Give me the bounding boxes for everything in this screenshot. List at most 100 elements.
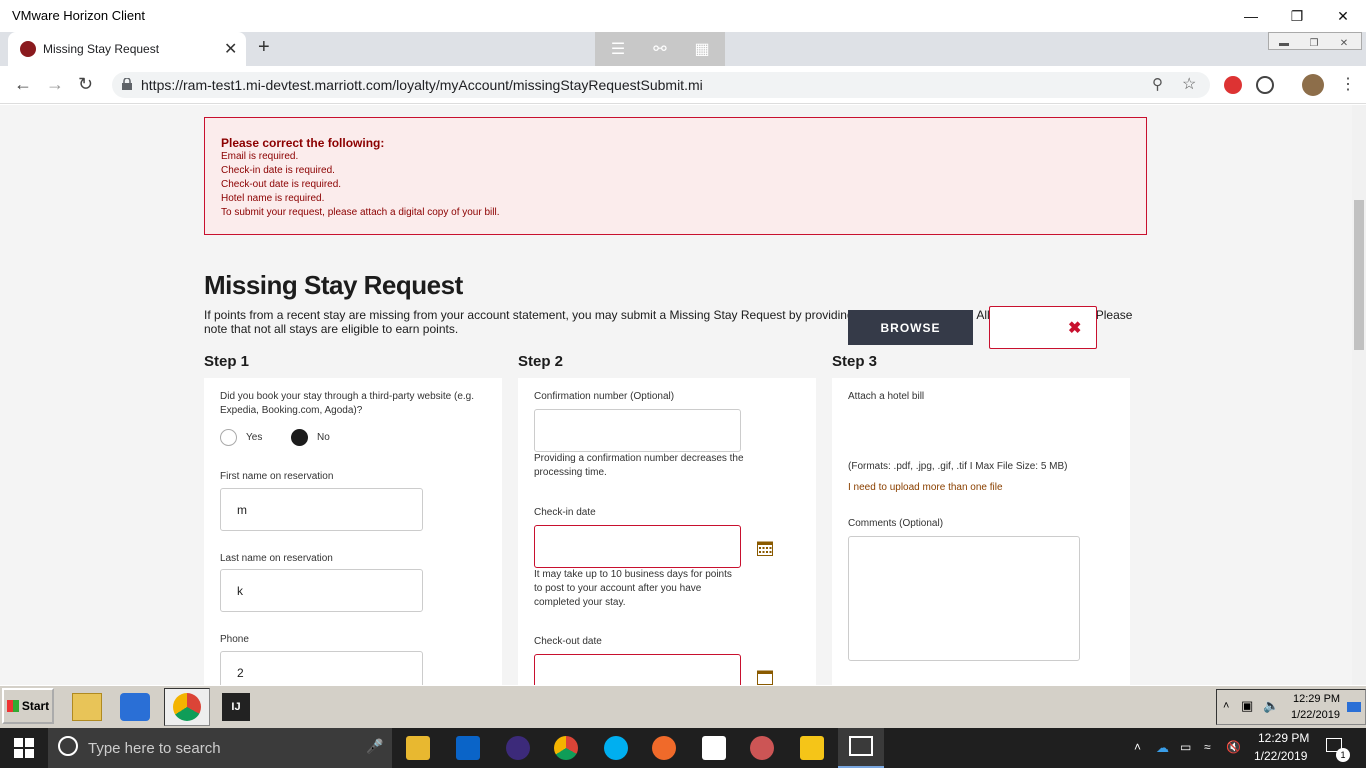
first-name-value: m bbox=[237, 503, 247, 517]
lock-app-icon[interactable] bbox=[800, 736, 824, 760]
last-name-value: k bbox=[237, 584, 243, 598]
upload-more-link[interactable]: I need to upload more than one file bbox=[848, 481, 1003, 495]
outlook-icon[interactable] bbox=[456, 736, 480, 760]
url-text: https://ram-test1.mi-devtest.marriott.co… bbox=[141, 77, 703, 93]
file-explorer-icon[interactable] bbox=[72, 693, 102, 721]
step3-card: Attach a hotel bill (Formats: .pdf, .jpg… bbox=[832, 378, 1130, 685]
step3-heading: Step 3 bbox=[832, 353, 878, 370]
search-placeholder: Type here to search bbox=[88, 740, 221, 757]
vmware-horizon-app-active[interactable] bbox=[838, 728, 884, 768]
step2-heading: Step 2 bbox=[518, 353, 564, 370]
checkin-input[interactable] bbox=[534, 525, 741, 568]
tray-overflow-icon[interactable]: ˄ bbox=[1134, 740, 1141, 754]
disconnect-icon[interactable]: ⚯ bbox=[645, 38, 675, 60]
confirmation-label: Confirmation number (Optional) bbox=[534, 391, 675, 402]
more-menu-icon[interactable]: ⋮ bbox=[1340, 74, 1356, 94]
show-desktop-icon[interactable] bbox=[1347, 702, 1361, 712]
tab-title: Missing Stay Request bbox=[43, 42, 160, 56]
comments-textarea[interactable] bbox=[848, 536, 1080, 661]
chrome-app-icon[interactable] bbox=[554, 736, 578, 760]
cortana-icon bbox=[58, 736, 78, 756]
chrome-taskbar-active[interactable] bbox=[164, 688, 210, 726]
tray-expand-icon[interactable]: ˄ bbox=[1223, 700, 1229, 712]
skype-icon[interactable] bbox=[604, 736, 628, 760]
error-item: Email is required. bbox=[221, 151, 299, 162]
first-name-input[interactable]: m bbox=[220, 488, 423, 531]
scrollbar-thumb[interactable] bbox=[1354, 200, 1364, 350]
microphone-icon[interactable]: 🎤 bbox=[366, 738, 383, 755]
inner-restore-icon[interactable]: ❐ bbox=[1299, 38, 1329, 49]
checkin-calendar-icon[interactable] bbox=[757, 540, 773, 556]
browser-tab[interactable]: Missing Stay Request ✕ bbox=[8, 32, 246, 66]
photos-icon[interactable] bbox=[702, 736, 726, 760]
phone-value: 2 bbox=[237, 666, 244, 680]
chrome-icon bbox=[173, 693, 201, 721]
checkout-label: Check-out date bbox=[534, 636, 602, 647]
error-item: To submit your request, please attach a … bbox=[221, 207, 500, 218]
mute-icon[interactable]: 🔇 bbox=[1226, 740, 1241, 754]
windows-start-icon[interactable] bbox=[14, 738, 34, 758]
window-titlebar: VMware Horizon Client bbox=[0, 0, 1366, 32]
step1-card: Did you book your stay through a third-p… bbox=[204, 378, 502, 685]
new-tab-button[interactable]: + bbox=[258, 36, 270, 59]
browse-button[interactable]: BROWSE bbox=[848, 310, 973, 345]
inner-close-icon[interactable]: ✕ bbox=[1329, 38, 1359, 49]
inner-minimize-icon[interactable]: ▬ bbox=[1269, 38, 1299, 49]
yes-radio[interactable] bbox=[220, 429, 237, 446]
profile-avatar[interactable] bbox=[1302, 74, 1324, 96]
close-window-button[interactable]: ✕ bbox=[1320, 0, 1366, 32]
error-item: Hotel name is required. bbox=[221, 193, 325, 204]
close-tab-icon[interactable]: ✕ bbox=[224, 39, 237, 59]
bookmark-star-icon[interactable]: ☆ bbox=[1182, 74, 1196, 94]
start-button[interactable]: Start bbox=[2, 688, 54, 724]
switch-desktop-icon[interactable]: ▦ bbox=[687, 38, 717, 60]
error-heading: Please correct the following: bbox=[221, 136, 385, 150]
back-icon[interactable]: ← bbox=[14, 74, 32, 95]
remote-system-tray: ˄ ▣ 🔈 12:29 PM 1/22/2019 bbox=[1216, 689, 1366, 725]
paint-icon[interactable] bbox=[750, 736, 774, 760]
last-name-label: Last name on reservation bbox=[220, 553, 333, 564]
wifi-icon[interactable]: ≈ bbox=[1204, 740, 1211, 754]
forward-icon[interactable]: → bbox=[46, 74, 64, 95]
url-bar[interactable]: https://ram-test1.mi-devtest.marriott.co… bbox=[112, 72, 1210, 98]
start-label: Start bbox=[21, 699, 50, 713]
checkin-help: It may take up to 10 business days for p… bbox=[534, 569, 732, 608]
error-item: Check-in date is required. bbox=[221, 165, 335, 176]
minimize-button[interactable]: — bbox=[1228, 0, 1274, 32]
media-player-icon[interactable] bbox=[120, 693, 150, 721]
battery-icon[interactable]: ▭ bbox=[1180, 740, 1191, 754]
wordpress-extension-icon[interactable] bbox=[1256, 76, 1274, 94]
error-item: Check-out date is required. bbox=[221, 179, 342, 190]
phone-input[interactable]: 2 bbox=[220, 651, 423, 685]
extension-icon[interactable] bbox=[1224, 76, 1242, 94]
notification-count: 1 bbox=[1336, 748, 1350, 762]
file-name-box: ✖ bbox=[989, 306, 1097, 349]
reload-icon[interactable]: ↻ bbox=[78, 74, 93, 95]
marriott-favicon-icon bbox=[20, 41, 36, 57]
confirmation-help: Providing a confirmation number decrease… bbox=[534, 453, 744, 478]
remote-clock-time: 12:29 PM bbox=[1293, 693, 1341, 705]
window-title: VMware Horizon Client bbox=[12, 8, 145, 23]
checkout-input[interactable] bbox=[534, 654, 741, 685]
page-content: Please correct the following: Email is r… bbox=[0, 105, 1352, 685]
no-radio[interactable] bbox=[291, 429, 308, 446]
no-label: No bbox=[317, 432, 330, 443]
page-scrollbar[interactable] bbox=[1352, 105, 1366, 685]
network-icon[interactable]: ▣ bbox=[1241, 698, 1253, 714]
explorer-icon[interactable] bbox=[406, 736, 430, 760]
restore-button[interactable]: ❐ bbox=[1274, 0, 1320, 32]
remove-file-icon[interactable]: ✖ bbox=[1068, 318, 1081, 338]
taskbar-search[interactable]: Type here to search 🎤 bbox=[48, 728, 392, 768]
onedrive-icon[interactable]: ☁ bbox=[1156, 740, 1169, 756]
volume-icon[interactable]: 🔈 bbox=[1263, 698, 1279, 714]
eclipse-icon[interactable] bbox=[506, 736, 530, 760]
last-name-input[interactable]: k bbox=[220, 569, 423, 612]
error-box: Please correct the following: Email is r… bbox=[204, 117, 1147, 235]
intellij-icon[interactable]: IJ bbox=[222, 693, 250, 721]
step1-heading: Step 1 bbox=[204, 353, 250, 370]
menu-icon[interactable]: ☰ bbox=[603, 38, 633, 60]
checkout-calendar-icon[interactable] bbox=[757, 669, 773, 685]
postman-icon[interactable] bbox=[652, 736, 676, 760]
zoom-icon[interactable]: ⚲ bbox=[1152, 75, 1163, 93]
confirmation-input[interactable] bbox=[534, 409, 741, 452]
